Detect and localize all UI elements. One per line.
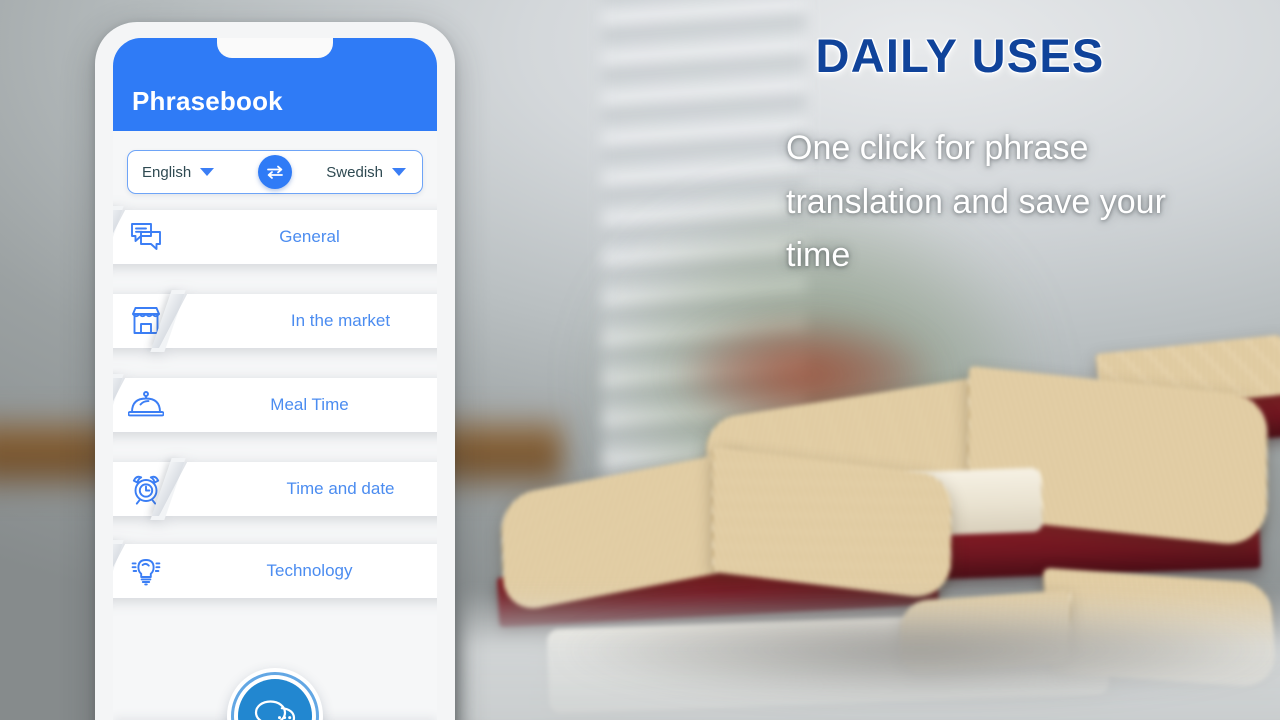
- category-item-general[interactable]: General: [113, 206, 437, 268]
- chat-fab-wrapper: [227, 668, 323, 720]
- source-language-label: English: [142, 163, 192, 181]
- category-list: General In the market Meal Time Time and…: [113, 206, 437, 610]
- app-bar: Phrasebook: [113, 38, 437, 131]
- language-selector-bar[interactable]: English Swedish: [127, 150, 423, 194]
- app-title: Phrasebook: [132, 86, 283, 116]
- lightbulb-icon: [113, 554, 179, 588]
- category-item-in-the-market[interactable]: In the market: [113, 290, 437, 352]
- category-label: General: [279, 227, 340, 246]
- swap-languages-button[interactable]: [258, 155, 292, 189]
- swap-arrows-icon: [267, 165, 283, 179]
- category-item-meal-time[interactable]: Meal Time: [113, 374, 437, 436]
- chat-bubbles-icon: [254, 700, 296, 720]
- chat-bubbles-icon: [113, 221, 179, 253]
- chevron-down-icon: [392, 168, 406, 176]
- target-language-label: Swedish: [326, 163, 383, 181]
- promo-headline: DAILY USES: [815, 29, 1105, 82]
- chat-fab-button[interactable]: [238, 679, 312, 720]
- phone-mockup: Phrasebook English Swedish General In th…: [95, 22, 455, 720]
- category-label: Meal Time: [270, 395, 349, 414]
- chevron-down-icon: [200, 168, 215, 176]
- category-label: Technology: [266, 561, 353, 580]
- phone-screen: Phrasebook English Swedish General In th…: [113, 38, 437, 720]
- category-item-technology[interactable]: Technology: [113, 540, 437, 602]
- source-language-dropdown[interactable]: English: [128, 164, 274, 181]
- phone-notch: [217, 38, 333, 58]
- promo-screenshot: DAILY USES One click for phrase translat…: [0, 0, 1280, 720]
- category-label: In the market: [290, 311, 391, 330]
- target-language-dropdown[interactable]: Swedish: [274, 164, 422, 181]
- food-cloche-icon: [113, 390, 179, 420]
- category-label: Time and date: [286, 479, 395, 498]
- category-item-time-and-date[interactable]: Time and date: [113, 458, 437, 520]
- promo-subcopy: One click for phrase translation and sav…: [786, 129, 1166, 275]
- background-book-shadow: [563, 612, 1280, 706]
